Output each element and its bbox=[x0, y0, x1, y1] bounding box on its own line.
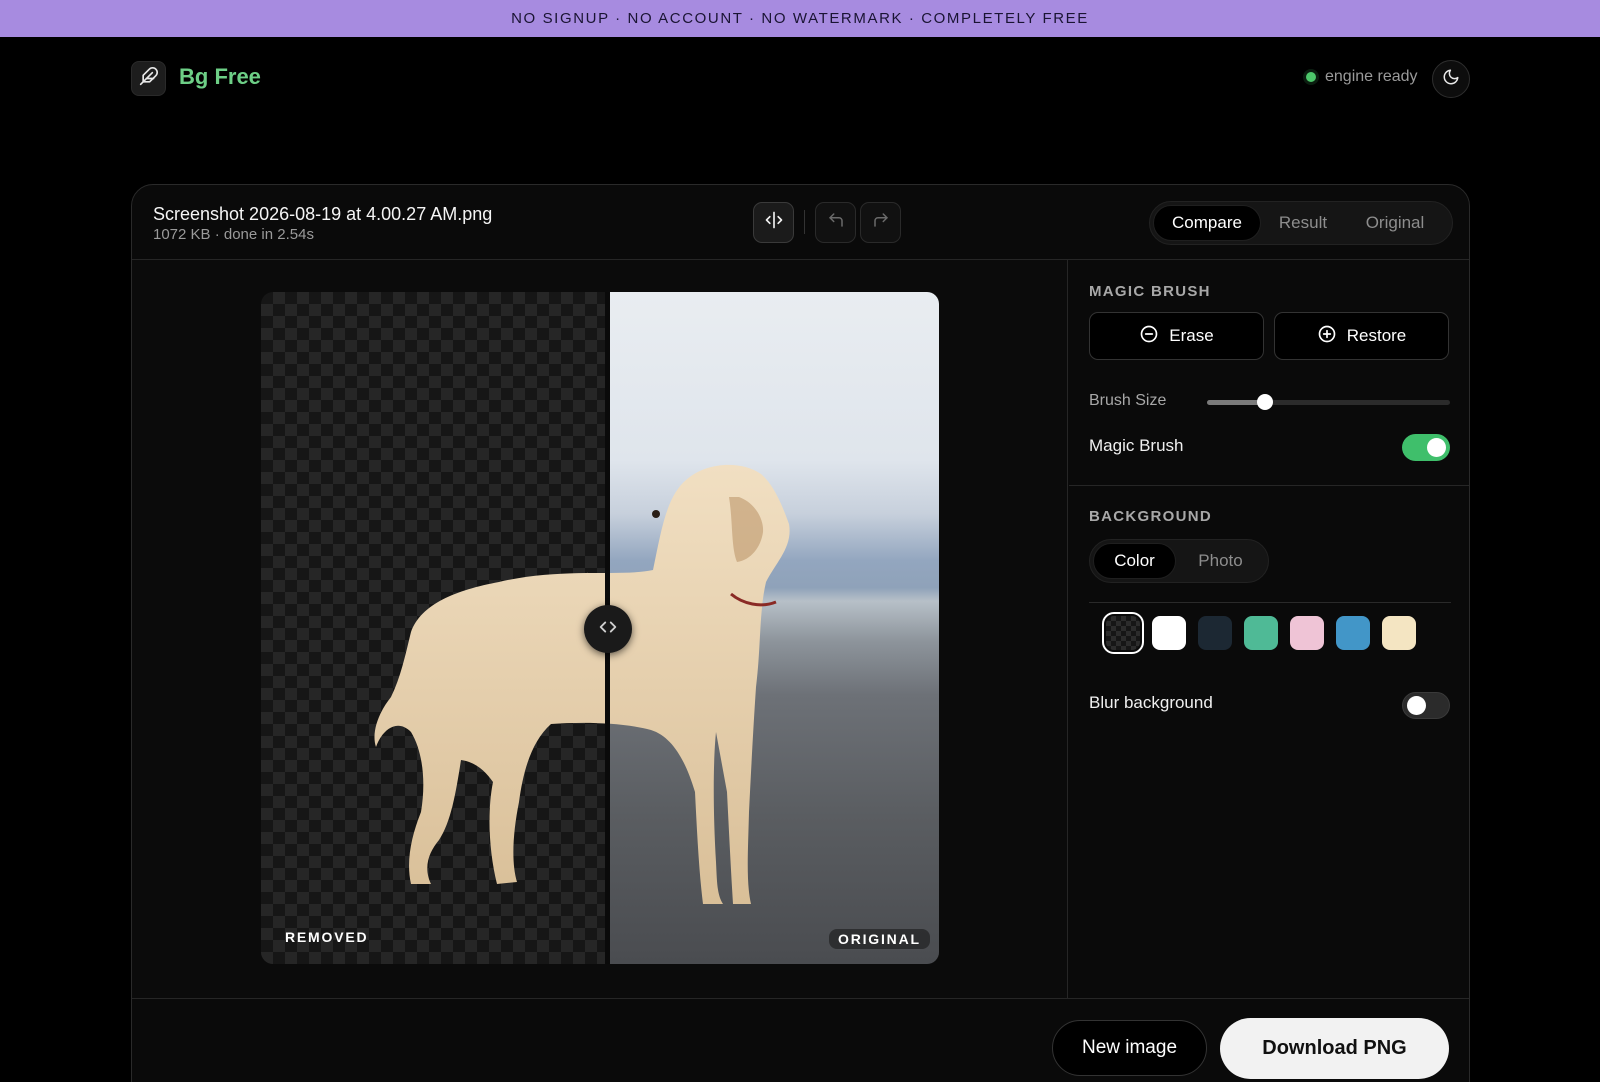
tab-compare[interactable]: Compare bbox=[1153, 205, 1261, 241]
new-image-button[interactable]: New image bbox=[1052, 1020, 1207, 1076]
tab-photo[interactable]: Photo bbox=[1176, 543, 1265, 579]
logo[interactable] bbox=[131, 61, 166, 96]
color-swatches bbox=[1102, 612, 1416, 654]
editor-footer: New image Download PNG bbox=[132, 998, 1469, 1082]
drag-arrows-icon bbox=[597, 616, 619, 643]
file-meta: 1072 KB · done in 2.54s bbox=[153, 226, 314, 243]
tab-original[interactable]: Original bbox=[1345, 205, 1445, 241]
plus-circle-icon bbox=[1317, 324, 1337, 349]
color-swatch[interactable] bbox=[1336, 616, 1370, 650]
toggle-knob bbox=[1407, 696, 1426, 715]
promo-banner: NO SIGNUP · NO ACCOUNT · NO WATERMARK · … bbox=[0, 0, 1600, 37]
tab-color[interactable]: Color bbox=[1093, 543, 1177, 579]
tab-result[interactable]: Result bbox=[1261, 205, 1345, 241]
moon-icon bbox=[1442, 68, 1460, 91]
magic-brush-heading: MAGIC BRUSH bbox=[1089, 283, 1211, 300]
compare-image[interactable]: REMOVED ORIGINAL bbox=[261, 292, 939, 964]
original-label: ORIGINAL bbox=[829, 929, 930, 949]
brush-size-knob[interactable] bbox=[1257, 394, 1274, 410]
engine-status-text: engine ready bbox=[1325, 68, 1418, 85]
swatch-divider bbox=[1089, 602, 1451, 603]
editor-header: Screenshot 2026-08-19 at 4.00.27 AM.png … bbox=[132, 185, 1469, 260]
restore-button[interactable]: Restore bbox=[1274, 312, 1449, 360]
settings-panel: MAGIC BRUSH Erase Restore Brush Size Mag… bbox=[1069, 260, 1469, 998]
editor-card: Screenshot 2026-08-19 at 4.00.27 AM.png … bbox=[131, 184, 1470, 1082]
brand-name[interactable]: Bg Free bbox=[179, 64, 261, 90]
theme-toggle-button[interactable] bbox=[1432, 60, 1470, 98]
minus-circle-icon bbox=[1139, 324, 1159, 349]
toolbar-divider bbox=[804, 210, 805, 234]
background-heading: BACKGROUND bbox=[1089, 508, 1212, 525]
color-swatch[interactable] bbox=[1290, 616, 1324, 650]
background-type-tabs: Color Photo bbox=[1089, 539, 1269, 583]
status-dot-icon bbox=[1306, 72, 1316, 82]
feather-icon bbox=[139, 66, 159, 91]
toggle-knob bbox=[1427, 438, 1446, 457]
split-view-icon bbox=[764, 210, 784, 235]
restore-label: Restore bbox=[1346, 326, 1407, 345]
section-divider bbox=[1069, 485, 1469, 486]
undo-button[interactable] bbox=[815, 202, 856, 243]
redo-icon bbox=[872, 211, 890, 234]
blur-background-toggle[interactable] bbox=[1402, 692, 1450, 719]
promo-banner-text: NO SIGNUP · NO ACCOUNT · NO WATERMARK · … bbox=[511, 10, 1089, 27]
download-png-button[interactable]: Download PNG bbox=[1220, 1018, 1449, 1079]
color-swatch[interactable] bbox=[1152, 616, 1186, 650]
color-swatch[interactable] bbox=[1102, 612, 1144, 654]
color-swatch[interactable] bbox=[1244, 616, 1278, 650]
erase-button[interactable]: Erase bbox=[1089, 312, 1264, 360]
blur-background-label: Blur background bbox=[1089, 693, 1213, 712]
file-name: Screenshot 2026-08-19 at 4.00.27 AM.png bbox=[153, 204, 493, 224]
view-mode-tabs: Compare Result Original bbox=[1149, 201, 1453, 245]
color-swatch[interactable] bbox=[1382, 616, 1416, 650]
brush-size-label: Brush Size bbox=[1089, 392, 1167, 409]
color-swatch[interactable] bbox=[1198, 616, 1232, 650]
preview-stage: REMOVED ORIGINAL bbox=[132, 260, 1068, 998]
redo-button[interactable] bbox=[860, 202, 901, 243]
erase-label: Erase bbox=[1169, 326, 1214, 345]
magic-brush-toggle[interactable] bbox=[1402, 434, 1450, 461]
brush-size-slider[interactable] bbox=[1207, 394, 1450, 410]
compare-slider-handle[interactable] bbox=[584, 605, 632, 653]
magic-brush-toggle-label: Magic Brush bbox=[1089, 436, 1184, 455]
split-view-button[interactable] bbox=[753, 202, 794, 243]
engine-status: engine ready bbox=[1306, 68, 1418, 86]
undo-icon bbox=[827, 211, 845, 234]
removed-label: REMOVED bbox=[285, 929, 369, 945]
